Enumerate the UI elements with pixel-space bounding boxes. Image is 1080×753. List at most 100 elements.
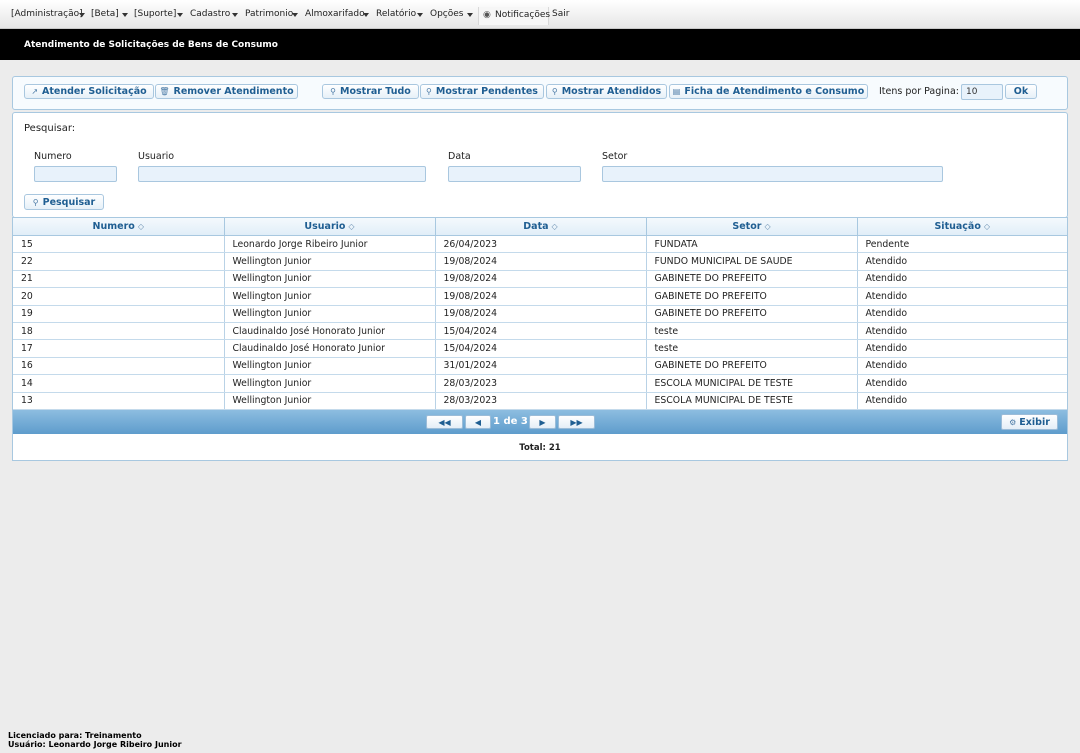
requests-table-panel: Numero ◇ Usuario ◇ Data ◇ Setor ◇ Situação ◇ … — [12, 217, 1068, 461]
external-link-icon: ↗ — [31, 87, 39, 96]
remove-attendance-button[interactable]: 🗑 Remover Atendimento — [155, 84, 298, 99]
cell-numero: 18 — [13, 322, 225, 341]
cell-data: 28/03/2023 — [435, 374, 647, 393]
trash-icon: 🗑 — [159, 87, 170, 96]
table-row[interactable]: 17 Claudinaldo José Honorato Junior 15/04/… — [13, 339, 1067, 358]
menu-administracao[interactable]: [Administração] — [11, 9, 83, 23]
cell-data: 19/08/2024 — [435, 305, 647, 323]
cell-situacao: Atendido — [857, 392, 1067, 410]
cell-setor: GABINETE DO PREFEITO — [646, 270, 858, 289]
table-row[interactable]: 16 Wellington Junior 31/01/2024 GABINETE DO… — [13, 357, 1067, 376]
cell-setor: GABINETE DO PREFEITO — [646, 287, 858, 306]
license-info: Licenciado para: Treinamento — [8, 731, 142, 740]
remove-attendance-label: Remover Atendimento — [173, 86, 294, 97]
chevron-down-icon[interactable] — [232, 13, 238, 17]
chevron-down-icon[interactable] — [363, 13, 369, 17]
table-row[interactable]: 19 Wellington Junior 19/08/2024 GABINETE DO… — [13, 305, 1067, 323]
setor-field[interactable] — [602, 166, 943, 182]
chevron-down-icon[interactable] — [122, 13, 128, 17]
menu-patrimonio[interactable]: Patrimonio — [245, 9, 293, 23]
show-button[interactable]: ⚙ Exibir — [1001, 414, 1058, 430]
show-all-button[interactable]: ⚲ Mostrar Tudo — [322, 84, 419, 99]
show-pending-label: Mostrar Pendentes — [435, 86, 538, 97]
menu-beta[interactable]: [Beta] — [91, 9, 119, 23]
table-row[interactable]: 15 Leonardo Jorge Ribeiro Junior 26/04/202… — [13, 235, 1067, 254]
menu-relatorio[interactable]: Relatório — [376, 9, 416, 23]
numero-field[interactable] — [34, 166, 117, 182]
cell-numero: 15 — [13, 235, 225, 254]
top-menu-bar: [Administração] [Beta] [Suporte] Cadastr… — [0, 0, 1080, 29]
notifications-menu[interactable]: ◉ Notificações — [478, 7, 551, 25]
usuario-label: Usuario — [138, 151, 175, 162]
cell-setor: teste — [646, 339, 858, 358]
ok-button[interactable]: Ok — [1005, 84, 1037, 99]
menu-cadastro[interactable]: Cadastro — [190, 9, 230, 23]
column-header-numero[interactable]: Numero ◇ — [13, 218, 225, 236]
first-page-button[interactable]: ◀◀ — [426, 415, 463, 429]
cell-situacao: Atendido — [857, 270, 1067, 289]
column-header-data[interactable]: Data ◇ — [435, 218, 647, 236]
cell-usuario: Wellington Junior — [224, 357, 436, 376]
cell-numero: 20 — [13, 287, 225, 306]
prev-page-button[interactable]: ◀ — [465, 415, 491, 429]
ok-label: Ok — [1013, 86, 1029, 97]
setor-label: Setor — [602, 151, 628, 162]
pagination-bar: ◀◀ ◀ 1 de 3 ▶ ▶▶ ⚙ Exibir — [13, 410, 1067, 434]
notification-icon: ◉ — [483, 10, 491, 20]
search-icon: ⚲ — [32, 197, 39, 207]
chevron-down-icon[interactable] — [79, 13, 85, 17]
search-panel: Pesquisar: Numero Usuario Data Setor ⚲ P… — [12, 112, 1068, 218]
table-row[interactable]: 13 Wellington Junior 28/03/2023 ESCOLA MUNI… — [13, 392, 1067, 410]
cell-usuario: Claudinaldo José Honorato Junior — [224, 322, 436, 341]
show-attended-label: Mostrar Atendidos — [561, 86, 662, 97]
menu-sair[interactable]: Sair — [552, 9, 569, 23]
attendance-record-button[interactable]: ▤ Ficha de Atendimento e Consumo — [669, 84, 868, 99]
items-per-page-input[interactable] — [961, 84, 1003, 100]
table-row[interactable]: 22 Wellington Junior 19/08/2024 FUNDO MUNIC… — [13, 252, 1067, 271]
chevron-down-icon[interactable] — [292, 13, 298, 17]
notifications-label: Notificações — [495, 10, 551, 20]
cell-setor: GABINETE DO PREFEITO — [646, 357, 858, 376]
cell-numero: 16 — [13, 357, 225, 376]
table-row[interactable]: 20 Wellington Junior 19/08/2024 GABINETE DO… — [13, 287, 1067, 306]
cell-setor: FUNDATA — [646, 235, 858, 254]
chevron-down-icon[interactable] — [177, 13, 183, 17]
chevron-down-icon[interactable] — [467, 13, 473, 17]
search-icon: ⚲ — [426, 87, 432, 96]
sort-icon: ◇ — [137, 222, 144, 231]
cell-data: 15/04/2024 — [435, 339, 647, 358]
show-attended-button[interactable]: ⚲ Mostrar Atendidos — [546, 84, 667, 99]
cell-usuario: Wellington Junior — [224, 305, 436, 323]
menu-almoxarifado[interactable]: Almoxarifado — [305, 9, 365, 23]
table-row[interactable]: 14 Wellington Junior 28/03/2023 ESCOLA MUNI… — [13, 374, 1067, 393]
data-field[interactable] — [448, 166, 581, 182]
cell-situacao: Atendido — [857, 305, 1067, 323]
cell-data: 19/08/2024 — [435, 270, 647, 289]
search-button[interactable]: ⚲ Pesquisar — [24, 194, 104, 210]
cell-usuario: Wellington Junior — [224, 270, 436, 289]
menu-suporte[interactable]: [Suporte] — [134, 9, 176, 23]
next-page-button[interactable]: ▶ — [529, 415, 556, 429]
attend-request-button[interactable]: ↗ Atender Solicitação — [24, 84, 154, 99]
cell-data: 31/01/2024 — [435, 357, 647, 376]
table-row[interactable]: 21 Wellington Junior 19/08/2024 GABINETE DO… — [13, 270, 1067, 289]
show-pending-button[interactable]: ⚲ Mostrar Pendentes — [420, 84, 544, 99]
sort-icon: ◇ — [551, 222, 558, 231]
column-header-situacao[interactable]: Situação ◇ — [857, 218, 1067, 236]
page-info: 1 de 3 — [493, 416, 528, 427]
cell-setor: ESCOLA MUNICIPAL DE TESTE — [646, 392, 858, 410]
menu-opcoes[interactable]: Opções — [430, 9, 463, 23]
show-button-label: Exibir — [1019, 416, 1050, 428]
chevron-down-icon[interactable] — [417, 13, 423, 17]
cell-numero: 21 — [13, 270, 225, 289]
gear-icon: ⚙ — [1009, 417, 1017, 427]
cell-setor: ESCOLA MUNICIPAL DE TESTE — [646, 374, 858, 393]
cell-usuario: Wellington Junior — [224, 374, 436, 393]
table-row[interactable]: 18 Claudinaldo José Honorato Junior 15/04/… — [13, 322, 1067, 341]
cell-setor: FUNDO MUNICIPAL DE SAUDE — [646, 252, 858, 271]
column-header-usuario[interactable]: Usuario ◇ — [224, 218, 436, 236]
cell-situacao: Atendido — [857, 339, 1067, 358]
usuario-field[interactable] — [138, 166, 426, 182]
column-header-setor[interactable]: Setor ◇ — [646, 218, 858, 236]
last-page-button[interactable]: ▶▶ — [558, 415, 595, 429]
